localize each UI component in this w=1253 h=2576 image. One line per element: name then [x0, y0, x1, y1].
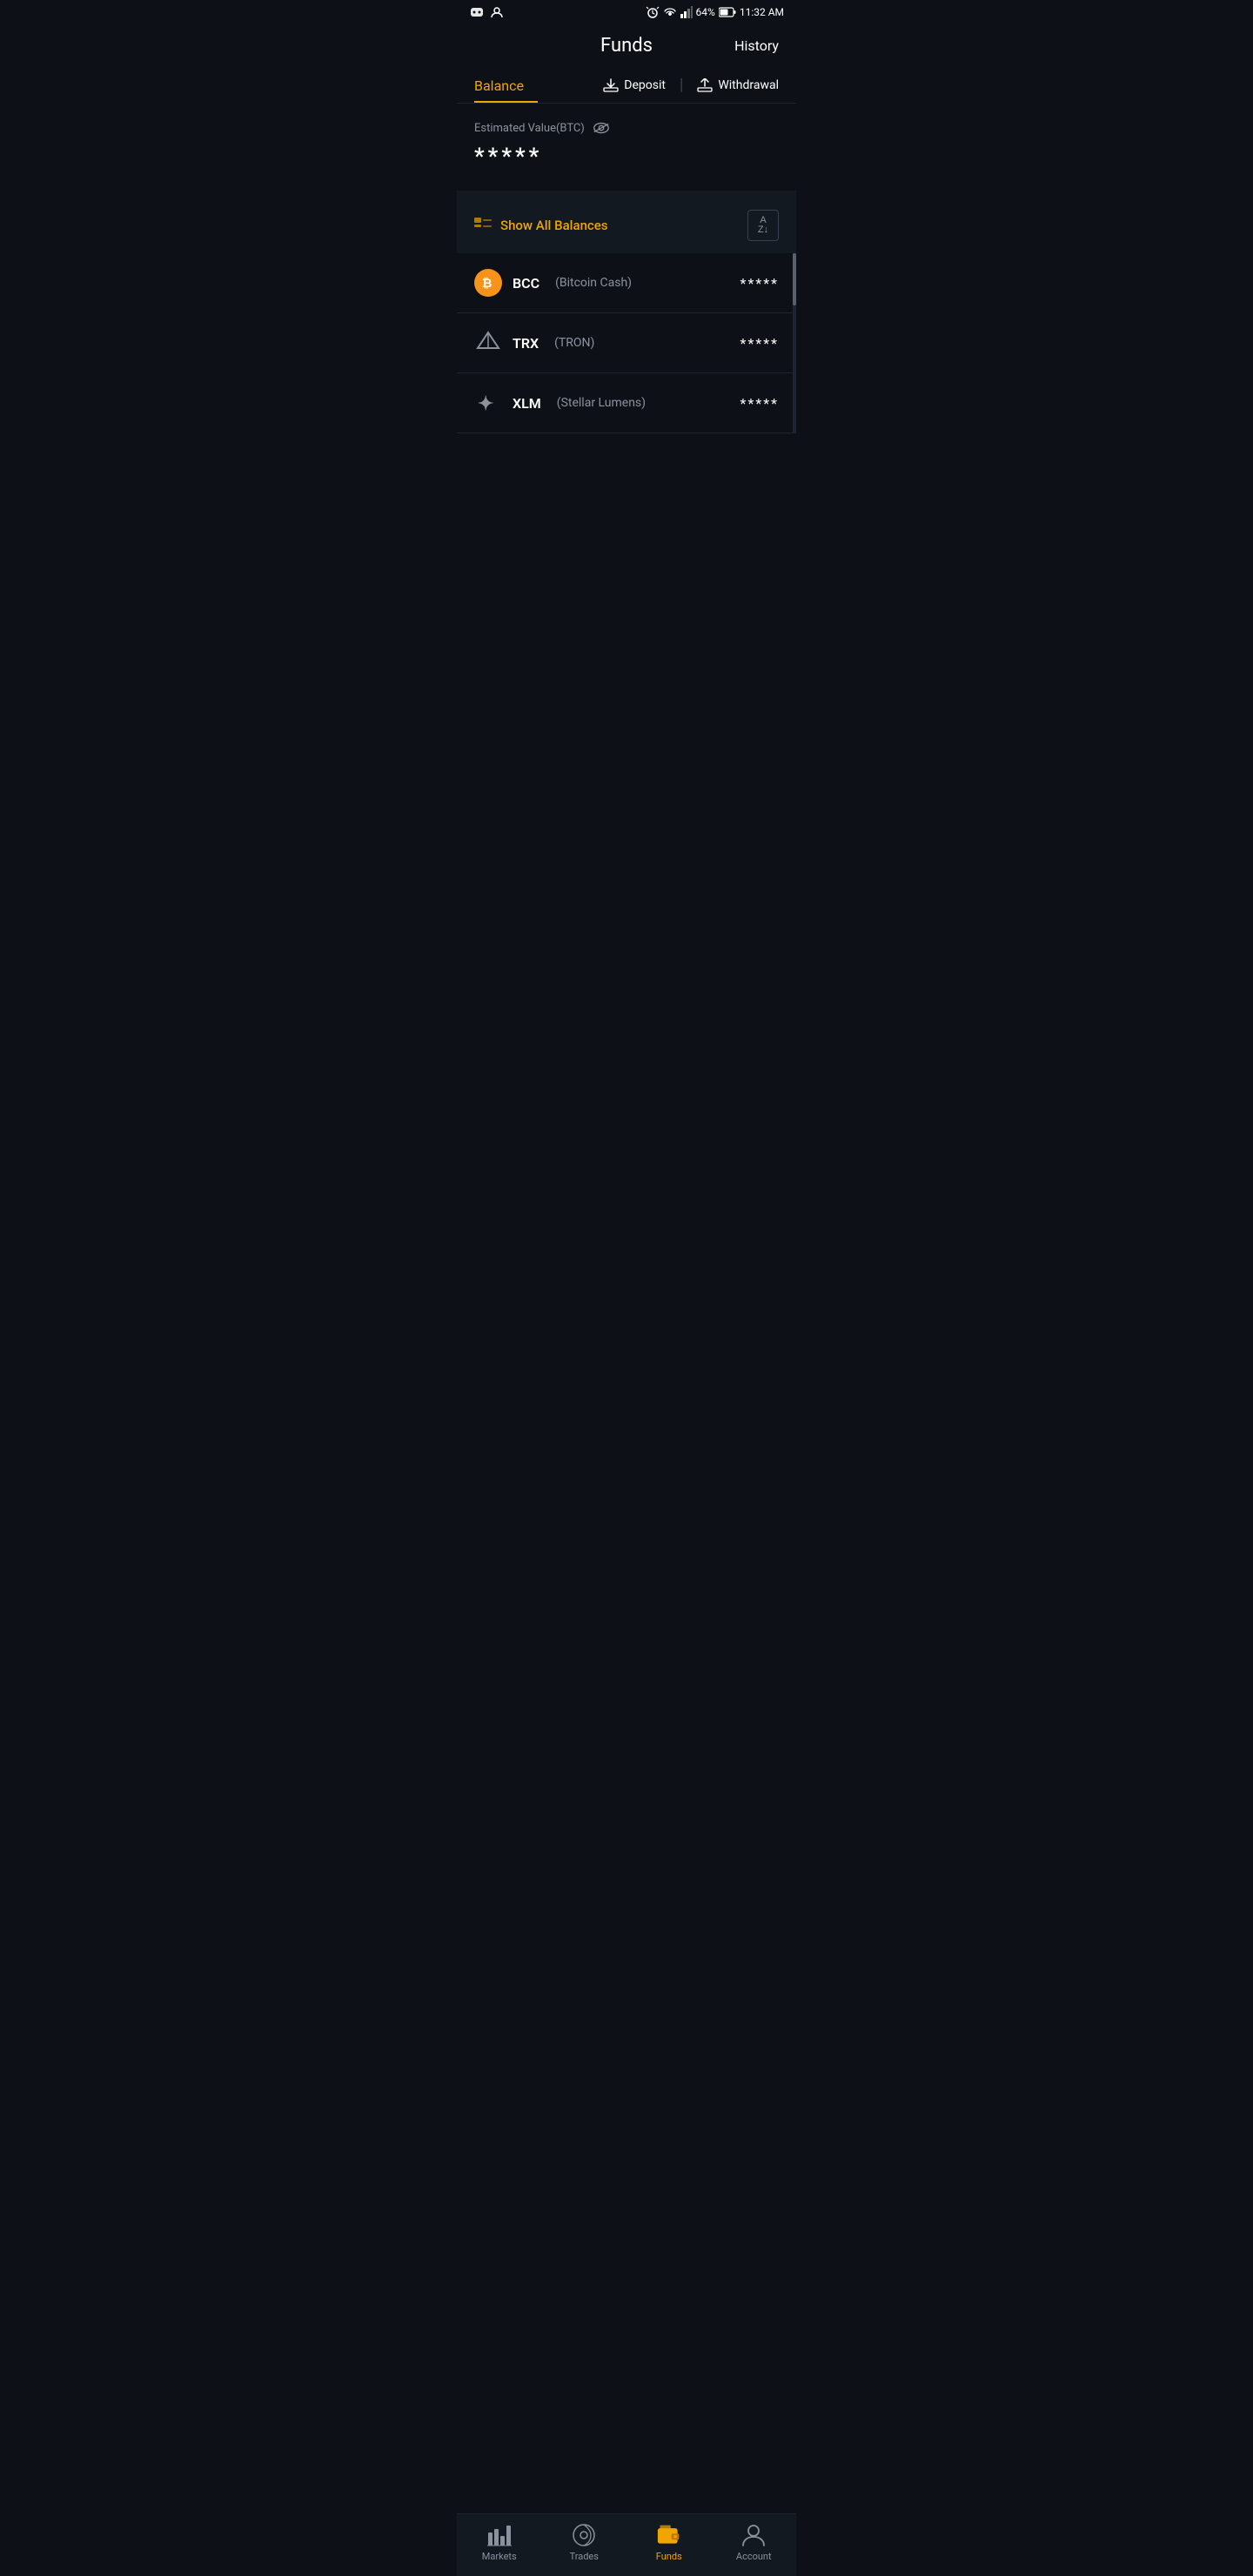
scrollbar — [793, 253, 796, 433]
nav-funds[interactable]: Funds — [626, 2523, 712, 2562]
nav-markets[interactable]: Markets — [457, 2523, 542, 2562]
account-label: Account — [736, 2551, 772, 2562]
trx-balance: ***** — [740, 335, 779, 352]
markets-chart-icon — [487, 2524, 512, 2546]
coin-list: ₿ BCC (Bitcoin Cash) ***** — [457, 253, 796, 433]
withdrawal-button[interactable]: Withdrawal — [697, 78, 779, 92]
svg-text:✦: ✦ — [478, 393, 493, 415]
coin-item-xlm[interactable]: ✦ XLM (Stellar Lumens) ***** — [457, 373, 796, 433]
balance-header-left: Show All Balances — [474, 218, 608, 233]
alarm-icon — [646, 5, 660, 19]
trades-icon — [572, 2523, 596, 2547]
scrollbar-thumb — [793, 253, 796, 305]
wifi-icon — [663, 6, 677, 18]
account-icon — [741, 2523, 766, 2547]
profile-icon — [490, 5, 504, 19]
battery-text: 64% — [696, 6, 715, 18]
xlm-balance: ***** — [740, 395, 779, 412]
signal-icon — [680, 6, 693, 18]
page-title: Funds — [600, 35, 653, 57]
estimated-value-section: Estimated Value(BTC) ***** — [457, 104, 796, 198]
coin-left-trx: TRX (TRON) — [474, 329, 594, 357]
markets-label: Markets — [482, 2551, 517, 2562]
coin-item-trx[interactable]: TRX (TRON) ***** — [457, 313, 796, 373]
show-all-balances-label[interactable]: Show All Balances — [500, 218, 608, 233]
coin-left-xlm: ✦ XLM (Stellar Lumens) — [474, 389, 646, 417]
funds-icon — [657, 2523, 681, 2547]
deposit-button[interactable]: Deposit — [603, 78, 666, 92]
xlm-name: (Stellar Lumens) — [557, 396, 646, 410]
trx-symbol: TRX — [513, 335, 539, 352]
estimated-label: Estimated Value(BTC) — [474, 121, 779, 135]
time-display: 11:32 AM — [740, 6, 784, 18]
bcc-name: (Bitcoin Cash) — [555, 276, 632, 290]
tron-logo — [474, 329, 502, 357]
trx-icon — [474, 329, 502, 357]
estimated-amount: ***** — [474, 144, 779, 170]
stellar-logo: ✦ — [476, 391, 500, 415]
status-right: 64% 11:32 AM — [646, 5, 784, 19]
account-person-icon — [741, 2523, 766, 2547]
balance-list-icon — [474, 218, 492, 233]
nav-account[interactable]: Account — [712, 2523, 797, 2562]
sort-icon: AZ↓ — [758, 216, 768, 235]
tab-balance[interactable]: Balance — [474, 67, 538, 103]
bcc-icon: ₿ — [474, 269, 502, 297]
xlm-icon: ✦ — [474, 389, 502, 417]
bcc-symbol: BCC — [513, 275, 539, 292]
trx-name: (TRON) — [554, 336, 594, 350]
xlm-symbol: XLM — [513, 395, 541, 412]
page-header: Funds History — [457, 24, 796, 67]
bcc-balance: ***** — [740, 275, 779, 292]
sort-button[interactable]: AZ↓ — [747, 210, 779, 241]
withdrawal-icon — [697, 78, 713, 92]
svg-text:₿: ₿ — [482, 277, 492, 291]
tab-separator: | — [680, 76, 683, 94]
tab-bar: Balance Deposit | Withdrawal — [457, 67, 796, 104]
toggle-visibility-icon[interactable] — [592, 121, 611, 135]
history-button[interactable]: History — [734, 37, 779, 54]
bottom-nav: Markets Trades Funds — [457, 2513, 796, 2576]
trades-chart-icon — [572, 2523, 596, 2547]
bitcoin-cash-logo: ₿ — [479, 274, 497, 292]
status-left — [469, 5, 504, 19]
funds-wallet-icon — [657, 2523, 681, 2547]
tab-actions: Deposit | Withdrawal — [603, 76, 779, 94]
balance-header: Show All Balances AZ↓ — [457, 198, 796, 253]
balance-section: Show All Balances AZ↓ ₿ BCC (Bitcoin Cas… — [457, 198, 796, 433]
discord-icon — [469, 5, 485, 19]
coin-item-bcc[interactable]: ₿ BCC (Bitcoin Cash) ***** — [457, 253, 796, 313]
funds-label: Funds — [656, 2551, 682, 2562]
status-bar: 64% 11:32 AM — [457, 0, 796, 24]
battery-icon — [719, 7, 736, 17]
trades-label: Trades — [570, 2551, 599, 2562]
deposit-icon — [603, 78, 619, 92]
nav-trades[interactable]: Trades — [542, 2523, 627, 2562]
coin-left-bcc: ₿ BCC (Bitcoin Cash) — [474, 269, 632, 297]
markets-icon — [487, 2523, 512, 2547]
